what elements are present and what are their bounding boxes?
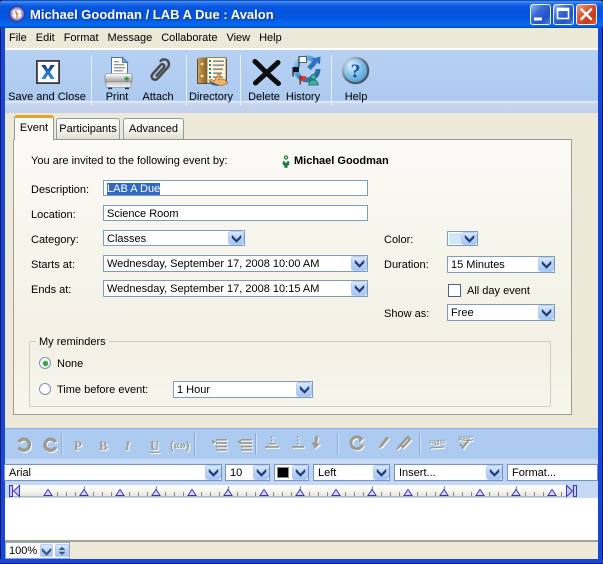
svg-text:U: U [150, 438, 160, 453]
svg-text:P: P [74, 438, 82, 453]
svg-text:?: ? [351, 61, 361, 83]
svg-text:I: I [124, 438, 131, 453]
svg-text:ABC: ABC [458, 436, 473, 443]
svg-text:≈a≈: ≈a≈ [429, 437, 445, 448]
svg-text:B: B [99, 438, 108, 453]
svg-text:(«»): («») [170, 440, 190, 452]
